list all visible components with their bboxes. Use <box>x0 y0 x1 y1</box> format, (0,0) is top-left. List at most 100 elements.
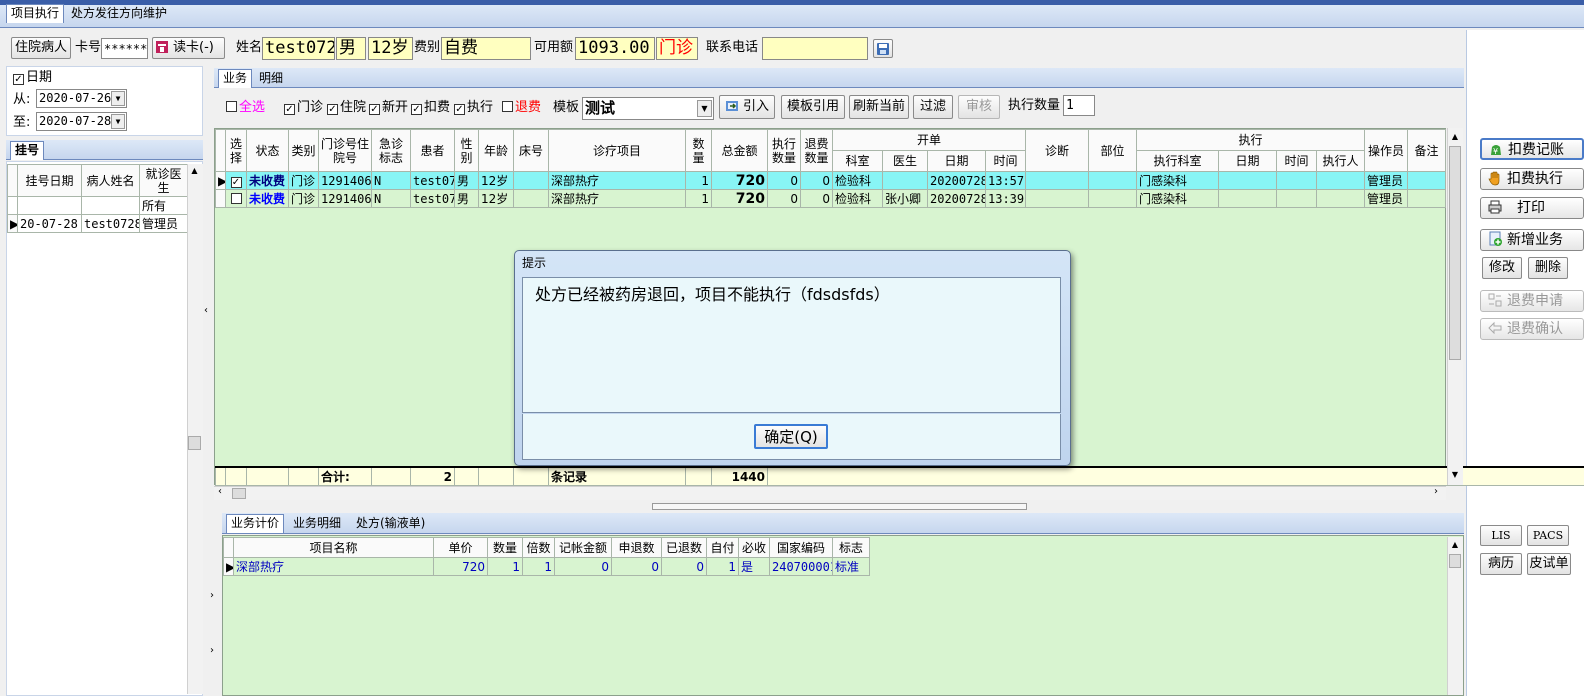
tab-pricing[interactable]: 业务计价 <box>226 514 285 533</box>
pricing-col-national-code[interactable]: 国家编码 <box>769 537 833 558</box>
pricing-col-multiple[interactable]: 倍数 <box>522 537 555 558</box>
col-emergency[interactable]: 急诊标志 <box>371 129 411 172</box>
refund-checkbox[interactable]: 退费 <box>502 97 541 119</box>
col-exec-qty[interactable]: 执行数量 <box>767 129 801 172</box>
col-remark[interactable]: 备注 <box>1407 129 1447 172</box>
date-checkbox[interactable]: ✓ 日期 <box>13 67 52 89</box>
to-date-field[interactable]: 2020-07-28 ▼ <box>36 112 127 131</box>
refund-apply-button[interactable]: 退费申请 <box>1480 290 1584 312</box>
registration-scrollbar[interactable] <box>187 164 203 694</box>
reg-filter-date[interactable] <box>17 196 82 215</box>
scroll-up-icon[interactable]: ▲ <box>1448 132 1462 141</box>
expand-right-icon[interactable]: › <box>210 645 214 656</box>
refund-confirm-button[interactable]: 退费确认 <box>1480 318 1584 340</box>
col-executor[interactable]: 执行人 <box>1316 150 1366 172</box>
template-select[interactable]: 测试 ▼ <box>582 97 714 120</box>
col-order-time[interactable]: 时间 <box>984 150 1027 172</box>
col-order-dept[interactable]: 科室 <box>832 150 883 172</box>
col-total[interactable]: 总金额 <box>711 129 768 172</box>
chevron-down-icon[interactable]: ▼ <box>697 100 712 117</box>
select-all-checkbox[interactable]: 全选 <box>226 97 265 119</box>
pricing-col-amount[interactable]: 记帐金额 <box>554 537 612 558</box>
deduct-account-button[interactable]: ¥ 扣费记账 <box>1480 138 1584 160</box>
col-item[interactable]: 诊疗项目 <box>548 129 686 172</box>
reg-filter-doctor[interactable]: 所有 <box>139 196 188 215</box>
col-patient[interactable]: 患者 <box>410 129 455 172</box>
col-order-date[interactable]: 日期 <box>927 150 986 172</box>
reg-header-date[interactable]: 挂号日期 <box>17 164 82 197</box>
new-business-button[interactable]: 新增业务 <box>1480 229 1584 251</box>
review-button[interactable]: 审核 <box>958 95 1000 119</box>
col-site[interactable]: 部位 <box>1088 129 1138 172</box>
phone-field[interactable] <box>762 37 868 60</box>
lis-button[interactable]: LIS <box>1480 525 1522 546</box>
col-order-doctor[interactable]: 医生 <box>882 150 928 172</box>
col-qty[interactable]: 数量 <box>685 129 712 172</box>
scroll-right-icon[interactable]: › <box>1434 486 1438 497</box>
scroll-up-icon[interactable]: ▲ <box>1448 540 1462 549</box>
exec-qty-field[interactable]: 1 <box>1063 95 1095 116</box>
col-visit-no[interactable]: 门诊号住院号 <box>318 129 372 172</box>
table-row[interactable]: 未收费 门诊 1291406 N test07 男 12岁 深部热疗 1 720… <box>215 189 1447 208</box>
expand-right-icon[interactable]: › <box>210 590 214 601</box>
left-splitter[interactable] <box>204 66 212 696</box>
inpatient-checkbox[interactable]: ✓ 住院 <box>327 97 366 119</box>
main-grid-vscroll-thumb[interactable] <box>1449 146 1461 360</box>
col-exec-date[interactable]: 日期 <box>1218 150 1278 172</box>
col-exec-time[interactable]: 时间 <box>1276 150 1318 172</box>
dialog-ok-button[interactable]: 确定(Q) <box>754 424 828 449</box>
col-diagnosis[interactable]: 诊断 <box>1025 129 1090 172</box>
pricing-col-flag[interactable]: 标志 <box>832 537 870 558</box>
chevron-down-icon[interactable]: ▼ <box>111 91 125 106</box>
reg-header-doctor[interactable]: 就诊医生 <box>139 164 188 197</box>
main-grid-hscroll[interactable] <box>214 486 1446 500</box>
card-number-field[interactable]: ****** <box>101 38 148 59</box>
refresh-current-button[interactable]: 刷新当前 <box>849 95 909 119</box>
pricing-col-qty[interactable]: 数量 <box>487 537 523 558</box>
save-phone-button[interactable] <box>873 39 893 58</box>
print-button[interactable]: 打印 <box>1480 197 1584 219</box>
table-row[interactable]: ▶ ✓ 未收费 门诊 1291406 N test07 男 12岁 深部热疗 1… <box>215 171 1447 190</box>
tab-direction-maintenance[interactable]: 处方发往方向维护 <box>66 4 172 23</box>
delete-button[interactable]: 删除 <box>1528 257 1568 279</box>
deduct-checkbox[interactable]: ✓ 扣费 <box>411 97 450 119</box>
registration-scroll-thumb[interactable] <box>188 436 201 450</box>
tab-detail[interactable]: 明细 <box>254 69 288 88</box>
outpatient-checkbox[interactable]: ✓ 门诊 <box>284 97 323 119</box>
medical-record-button[interactable]: 病历 <box>1480 553 1522 575</box>
row-checkbox[interactable] <box>225 189 247 208</box>
chevron-down-icon[interactable]: ▼ <box>111 114 125 129</box>
col-operator[interactable]: 操作员 <box>1364 129 1409 172</box>
col-age[interactable]: 年龄 <box>478 129 514 172</box>
pricing-col-required[interactable]: 必收 <box>738 537 770 558</box>
col-gender[interactable]: 性别 <box>454 129 479 172</box>
skin-test-button[interactable]: 皮试单 <box>1527 553 1571 575</box>
deduct-exec-button[interactable]: 扣费执行 <box>1480 168 1584 190</box>
patient-gender-field[interactable]: 男 <box>336 37 366 60</box>
col-bed[interactable]: 床号 <box>513 129 549 172</box>
import-button[interactable]: 引入 <box>719 95 775 119</box>
pricing-col-selfpay[interactable]: 自付 <box>706 537 739 558</box>
table-row[interactable]: ▶ 深部热疗 720 1 1 0 0 0 1 是 240700001 标准 <box>223 557 870 576</box>
read-card-button[interactable]: 读卡(-) <box>152 37 225 59</box>
pacs-button[interactable]: PACS <box>1527 525 1569 546</box>
tab-business[interactable]: 业务 <box>218 69 253 88</box>
pricing-col-refund-req[interactable]: 申退数 <box>611 537 662 558</box>
scroll-left-icon[interactable]: ‹ <box>218 486 222 497</box>
tab-item-execution[interactable]: 项目执行 <box>6 4 65 23</box>
patient-age-field[interactable]: 12岁 <box>368 37 413 60</box>
execute-checkbox[interactable]: ✓ 执行 <box>454 97 493 119</box>
row-checkbox[interactable]: ✓ <box>225 171 247 190</box>
from-date-field[interactable]: 2020-07-26 ▼ <box>36 89 127 108</box>
main-grid-hscroll-thumb[interactable] <box>232 488 246 499</box>
collapse-left-icon[interactable]: ‹ <box>204 305 212 316</box>
fee-type-field[interactable]: 自费 <box>441 37 531 60</box>
template-ref-button[interactable]: 模板引用 <box>781 95 845 119</box>
patient-name-field[interactable]: test072 <box>262 37 335 60</box>
col-category[interactable]: 类别 <box>288 129 319 172</box>
pricing-col-name[interactable]: 项目名称 <box>233 537 434 558</box>
pricing-vscroll-thumb[interactable] <box>1449 554 1461 568</box>
col-select[interactable]: 选择 <box>225 129 247 172</box>
scroll-down-icon[interactable]: ▼ <box>1448 470 1462 479</box>
col-status[interactable]: 状态 <box>246 129 289 172</box>
